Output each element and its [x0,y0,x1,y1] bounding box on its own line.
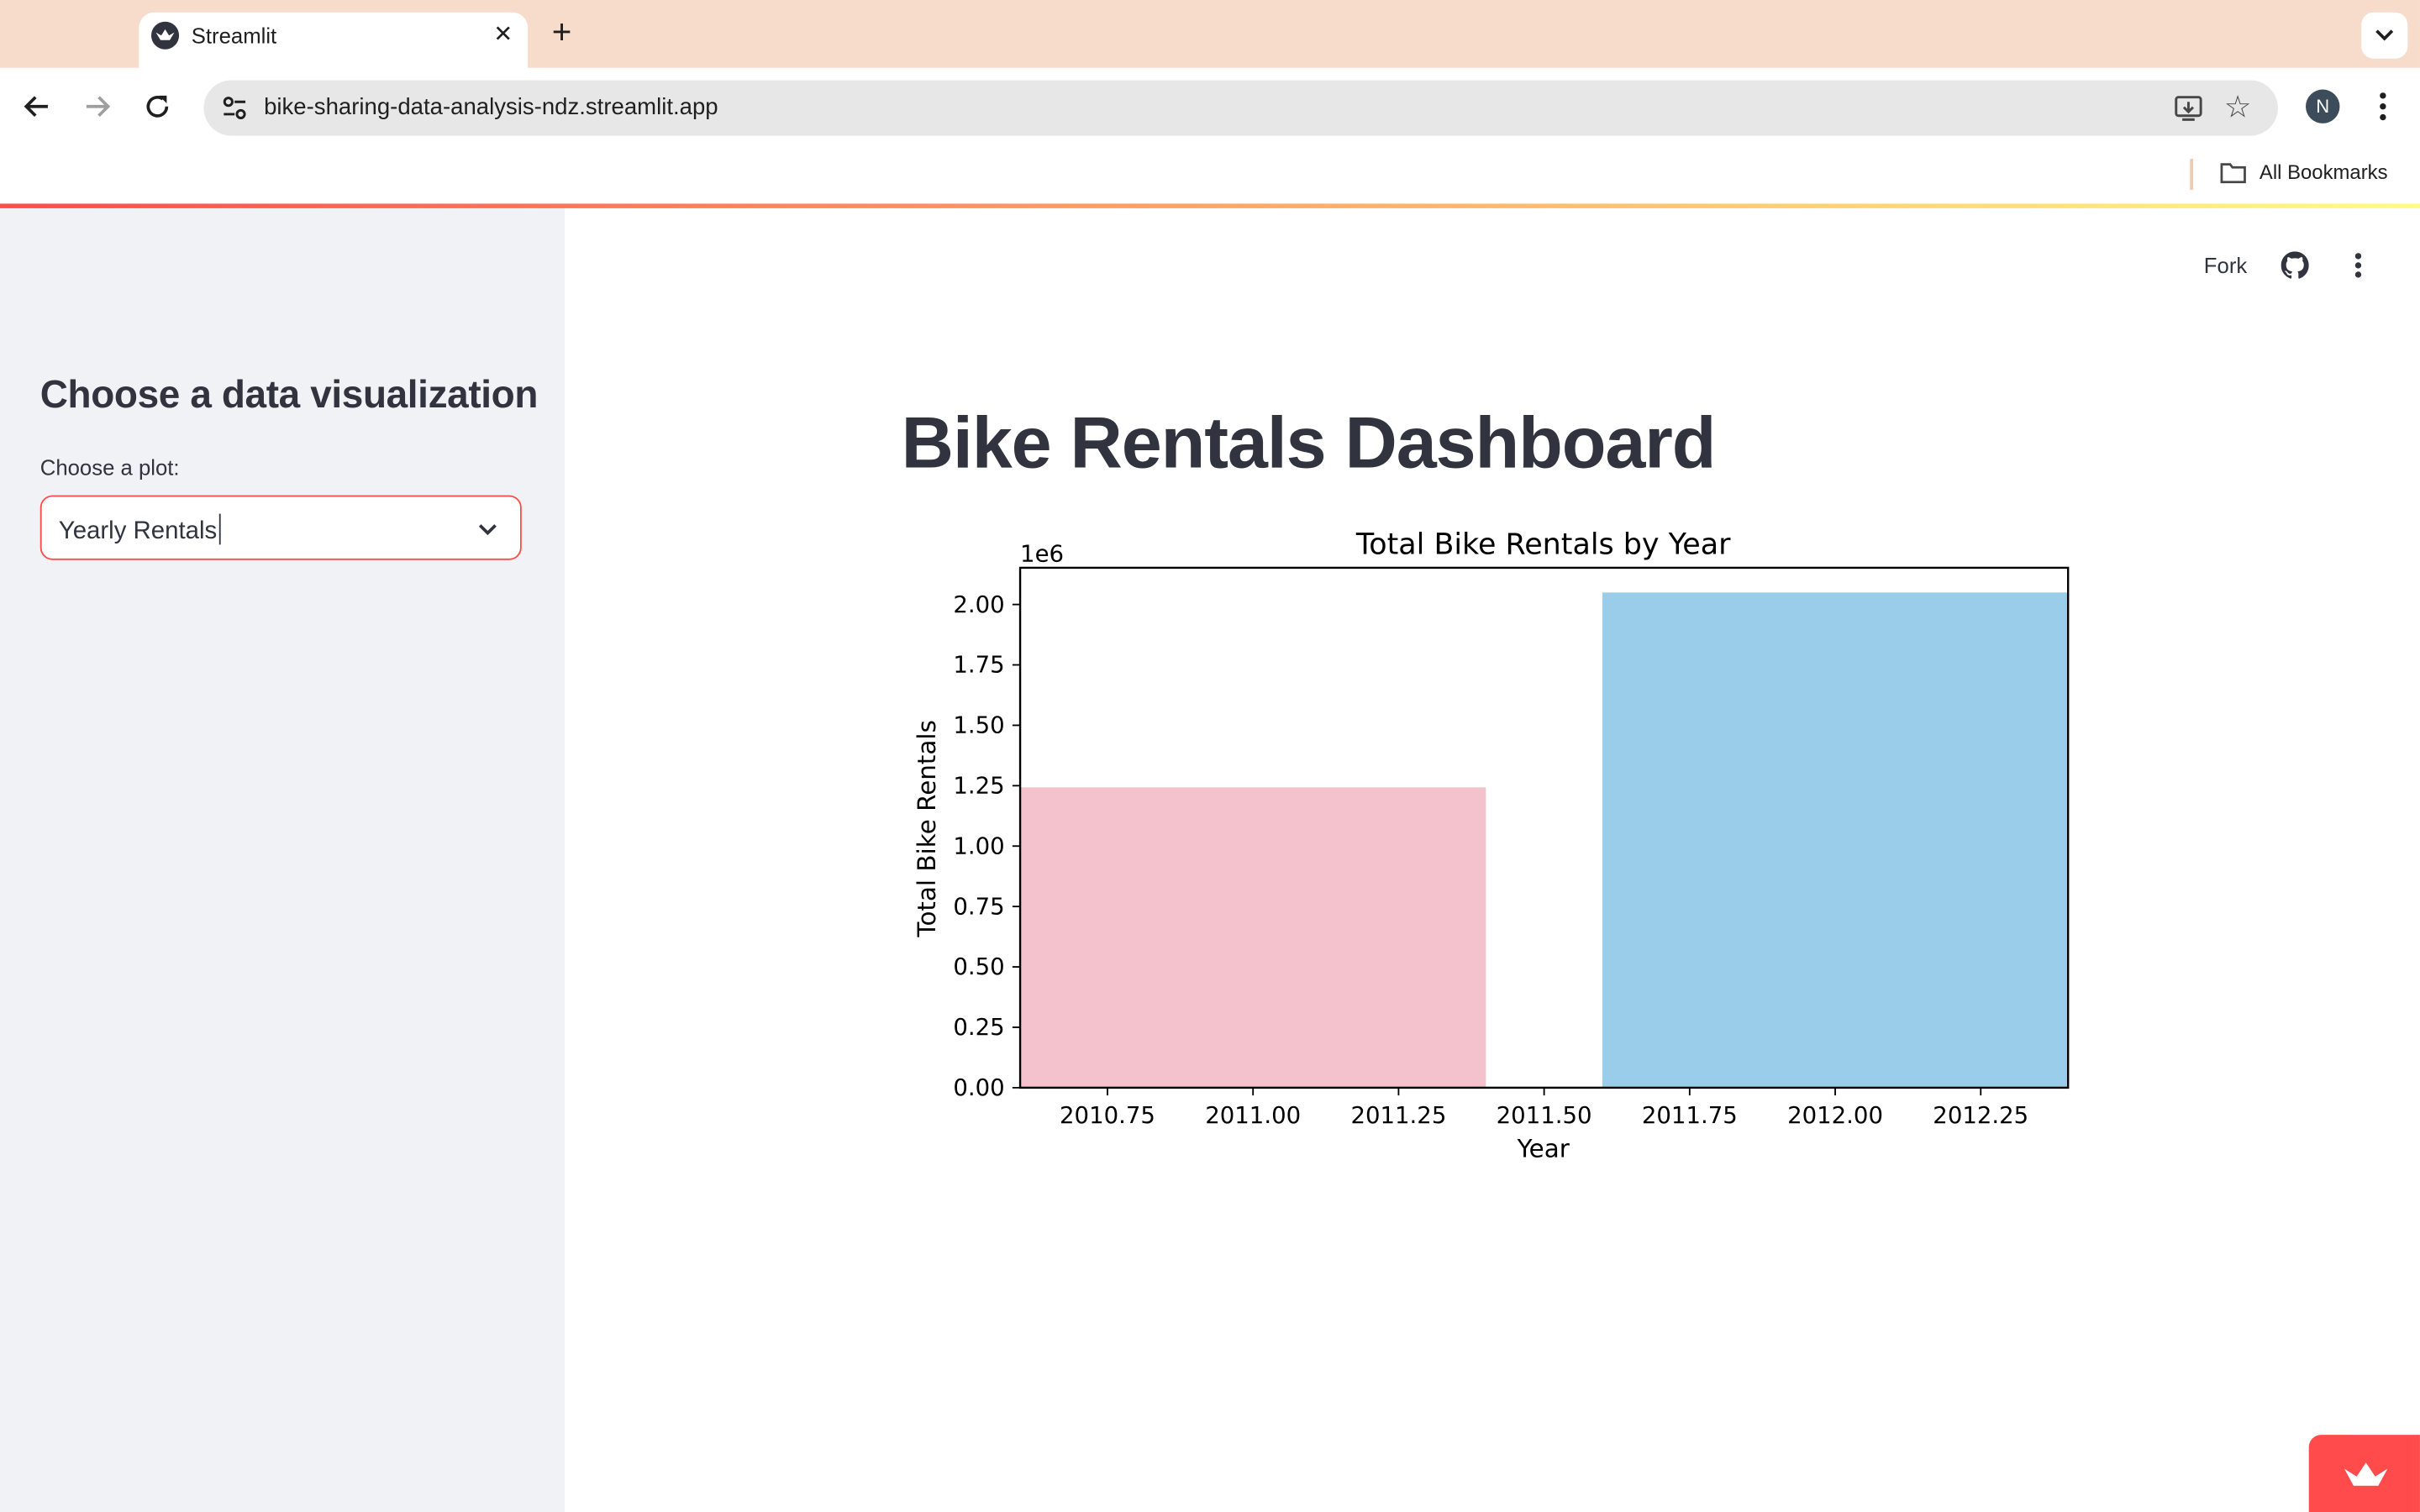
url-text: bike-sharing-data-analysis-ndz.streamlit… [264,94,718,121]
text-caret [218,513,220,545]
plot-select[interactable]: Yearly Rentals [39,495,522,560]
app-menu-icon[interactable] [2343,250,2374,281]
y-tick-label: 2.00 [953,591,1004,618]
back-arrow-icon [24,96,48,118]
browser-menu-icon[interactable] [2367,88,2398,125]
chart-x-label: Year [1517,1135,1570,1163]
fork-button[interactable]: Fork [2204,253,2247,277]
forward-button[interactable] [77,87,118,127]
profile-avatar[interactable]: N [2306,89,2340,123]
folder-icon [2219,160,2247,185]
bookmarks-bar: All Bookmarks [0,144,2420,204]
bar-chart: Total Bike Rentals by Year 1e6 Total Bik… [902,517,2106,1180]
reload-icon [146,95,169,118]
chart-title: Total Bike Rentals by Year [1355,528,1731,561]
install-app-icon[interactable] [2173,92,2204,123]
plot-select-label: Choose a plot: [39,454,180,480]
x-tick-label: 2012.25 [1933,1102,2028,1129]
x-tick-label: 2011.00 [1205,1102,1301,1129]
plot-select-value: Yearly Rentals [59,513,220,547]
y-tick-label: 1.75 [953,652,1004,679]
y-tick-label: 0.50 [953,953,1004,980]
chevron-down-icon [2375,29,2394,41]
chart-svg: Total Bike Rentals by Year 1e6 Total Bik… [913,528,2070,1163]
chart-bar [1602,592,2069,1088]
x-tick-label: 2011.25 [1350,1102,1446,1129]
site-info-icon[interactable] [216,90,253,127]
y-tick-label: 0.00 [953,1074,1004,1101]
chart-bar [1020,787,1486,1088]
x-tick-label: 2011.75 [1642,1102,1738,1129]
y-tick-label: 0.75 [953,893,1004,920]
bookmark-star-icon[interactable]: ☆ [2221,91,2254,124]
browser-tab[interactable]: Streamlit ✕ [139,12,529,68]
y-tick-label: 1.25 [953,773,1004,800]
x-tick-label: 2011.50 [1497,1102,1592,1129]
sidebar: Choose a data visualization Choose a plo… [0,207,566,1512]
close-tab-icon[interactable]: ✕ [487,20,518,51]
x-tick-label: 2012.00 [1787,1102,1883,1129]
sidebar-title: Choose a data visualization [39,373,539,417]
bookmarks-divider [2190,159,2193,190]
github-icon[interactable] [2281,251,2309,279]
page-title: Bike Rentals Dashboard [901,401,1717,483]
streamlit-favicon-icon [150,21,180,50]
chevron-down-icon[interactable] [477,518,499,540]
main-content: Fork Bike Rentals Dashboard Total Bike R… [565,207,2420,1512]
tab-search-button[interactable] [2361,12,2408,59]
new-tab-button[interactable]: + [544,14,581,52]
reload-button[interactable] [137,87,177,127]
manage-app-button[interactable] [2308,1435,2420,1512]
tab-title: Streamlit [191,23,277,48]
y-tick-label: 1.50 [953,712,1004,739]
chart-y-label: Total Bike Rentals [913,720,941,937]
all-bookmarks-link[interactable]: All Bookmarks [2260,160,2388,184]
forward-arrow-icon [86,96,111,118]
address-bar[interactable]: bike-sharing-data-analysis-ndz.streamlit… [203,80,2278,136]
chart-offset-label: 1e6 [1020,541,1064,568]
back-button[interactable] [17,87,57,127]
browser-tab-strip: Streamlit ✕ + [0,0,2420,68]
y-tick-label: 0.25 [953,1014,1004,1041]
streamlit-crown-icon [2344,1462,2388,1486]
browser-toolbar: bike-sharing-data-analysis-ndz.streamlit… [0,67,2420,145]
y-tick-label: 1.00 [953,832,1004,859]
x-tick-label: 2010.75 [1060,1102,1155,1129]
